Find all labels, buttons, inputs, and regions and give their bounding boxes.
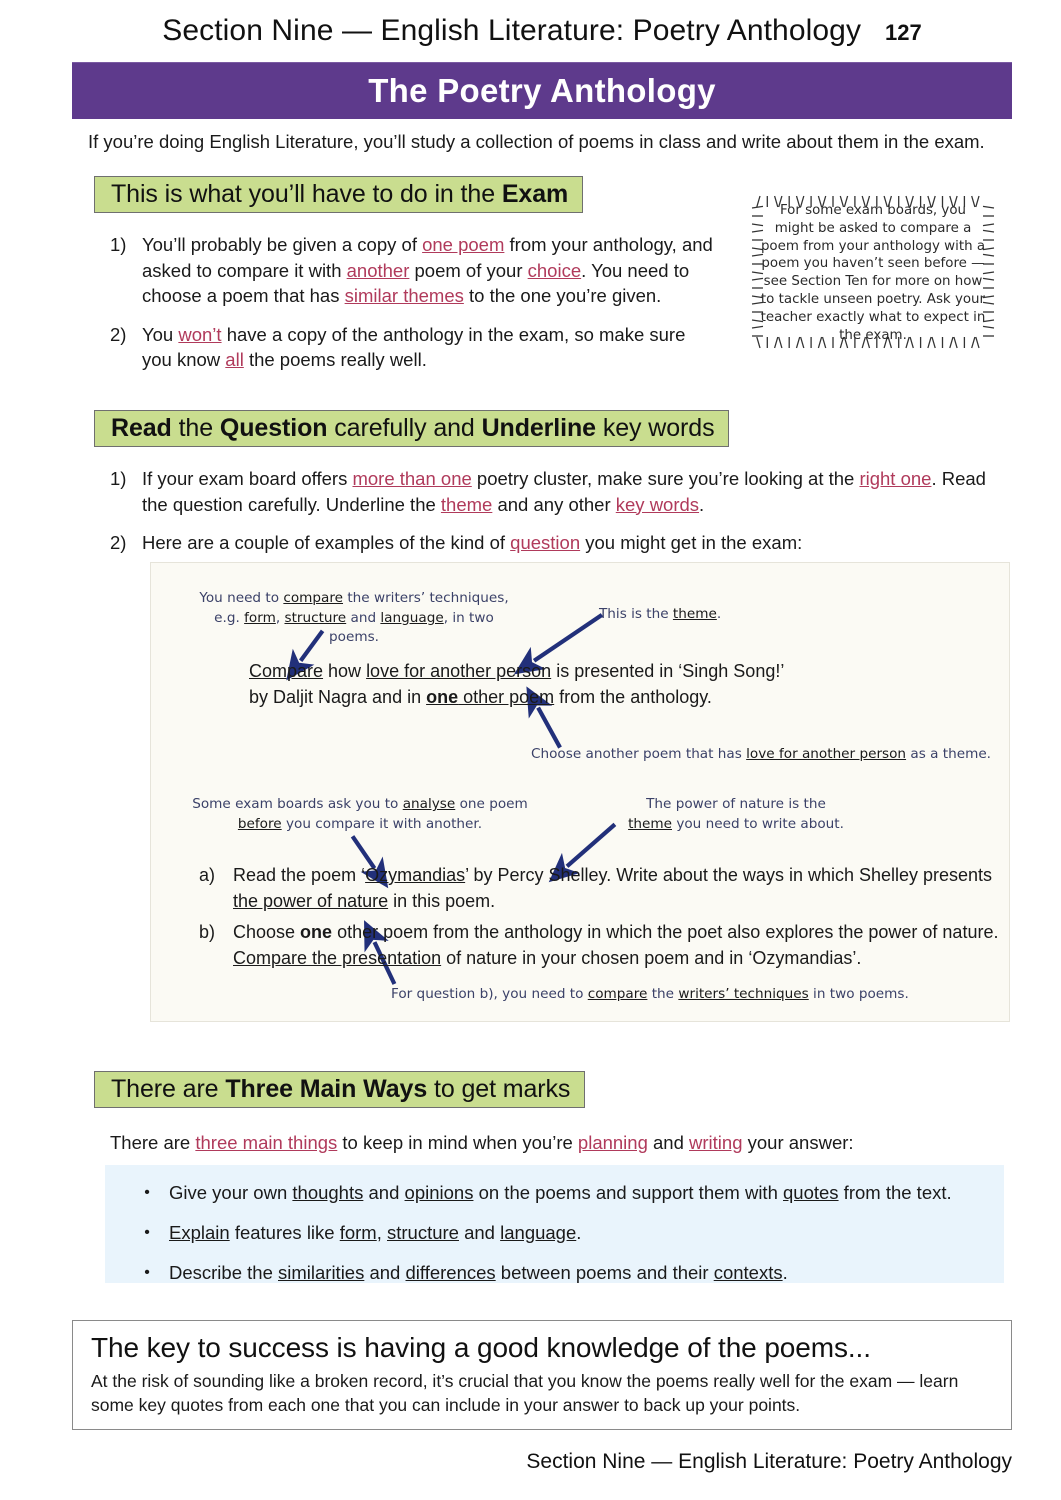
marks-bullet-box: • Give your own thoughts and opinions on … [105,1165,1004,1283]
arrow-theme [513,613,604,675]
section-heading-read-question: Read the Question carefully and Underlin… [94,410,730,447]
list-item-number: b) [199,922,216,943]
list-item: b) Choose one other poem from the antholo… [199,920,999,971]
page-footer: Section Nine — English Literature: Poetr… [526,1450,1012,1473]
section-heading-three-main-ways: There are Three Main Ways to get marks [94,1071,586,1108]
marks-bullet-text: Give your own thoughts and opinions on t… [169,1182,952,1203]
list-item-text: Here are a couple of examples of the kin… [142,532,803,554]
bullet-dot-icon: • [144,1224,150,1242]
list-item-text: Choose one other poem from the anthology… [233,922,999,968]
page-number: 127 [885,20,922,45]
marks-bullet-item: • Describe the similarities and differenc… [125,1261,984,1285]
sunburst-note: For some exam boards, you might be asked… [742,186,1004,358]
list-item-number: 1) [110,468,127,489]
list-item-text: If your exam board offers more than one … [142,468,986,515]
key-summary-body: At the risk of sounding like a broken re… [91,1370,959,1415]
list-item-number: 2) [110,323,127,345]
key-summary-title: The key to success is having a good know… [91,1332,871,1363]
list-item: 2) You won’t have a copy of the anthology… [110,322,720,373]
arrow-other-poem [526,686,562,749]
section-heading-three-main-ways-text: There are Three Main Ways to get marks [111,1075,571,1103]
page-title-banner: The Poetry Anthology [72,62,1012,119]
list-item-number: 2) [110,532,127,554]
page-title: The Poetry Anthology [368,71,716,109]
section-heading-exam: This is what you’ll have to do in the Ex… [94,176,584,213]
list-item-text: You won’t have a copy of the anthology i… [142,323,686,371]
list-item: a) Read the poem ‘Ozymandias’ by Percy Sh… [199,863,999,914]
marks-bullet-item: • Explain features like form, structure a… [125,1221,984,1245]
list-item-number: 1) [110,234,127,255]
list-item-text: You’ll probably be given a copy of one p… [142,234,713,307]
marks-bullet-item: • Give your own thoughts and opinions on … [125,1181,984,1205]
key-summary-box: The key to success is having a good know… [72,1320,1012,1430]
annotation-this-is-the-theme: This is the theme. [599,606,722,622]
annotation-question-b-compare: For question b), you need to compare the… [391,986,909,1002]
sunburst-note-text: For some exam boards, you might be asked… [760,203,986,343]
marks-bullet-text: Describe the similarities and difference… [169,1262,788,1284]
three-ways-intro: There are three main things to keep in m… [110,1132,854,1153]
example-questions-box: You need to compare the writers’ techniq… [150,562,1010,1022]
annotation-compare-techniques: You need to compare the writers’ techniq… [199,590,509,646]
section-heading-exam-text: This is what you’ll have to do in the Ex… [111,180,569,208]
annotation-power-of-nature-theme: The power of nature is the theme you need… [628,796,844,832]
list-item: 1) You’ll probably be given a copy of one… [110,232,720,309]
annotation-analyse-before-compare: Some exam boards ask you to analyse one … [192,796,528,832]
marks-bullet-text: Explain features like form, structure an… [169,1222,582,1244]
document-page: Section Nine — English Literature: Poetr… [0,0,1061,1500]
list-item-text: Read the poem ‘Ozymandias’ by Percy Shel… [233,865,993,911]
list-item: 1) If your exam board offers more than on… [110,466,1000,517]
intro-paragraph: If you’re doing English Literature, you’… [88,131,985,152]
example-question-1: Compare how love for another person is p… [249,661,785,707]
bullet-dot-icon: • [144,1264,150,1282]
arrow-power-of-nature [548,822,617,883]
running-head-title: Section Nine — English Literature: Poetr… [162,14,862,47]
running-head: Section Nine — English Literature: Poetr… [72,14,1012,48]
read-question-list: 1) If your exam board offers more than on… [110,466,1000,569]
annotation-choose-another-poem: Choose another poem that has love for an… [531,746,992,762]
bullet-dot-icon: • [144,1184,150,1201]
section-heading-read-question-text: Read the Question carefully and Underlin… [111,414,715,442]
example-question-2: a) Read the poem ‘Ozymandias’ by Percy Sh… [199,863,999,977]
exam-list: 1) You’ll probably be given a copy of one… [110,232,720,386]
list-item: 2) Here are a couple of examples of the k… [110,530,1000,556]
list-item-number: a) [199,865,216,885]
